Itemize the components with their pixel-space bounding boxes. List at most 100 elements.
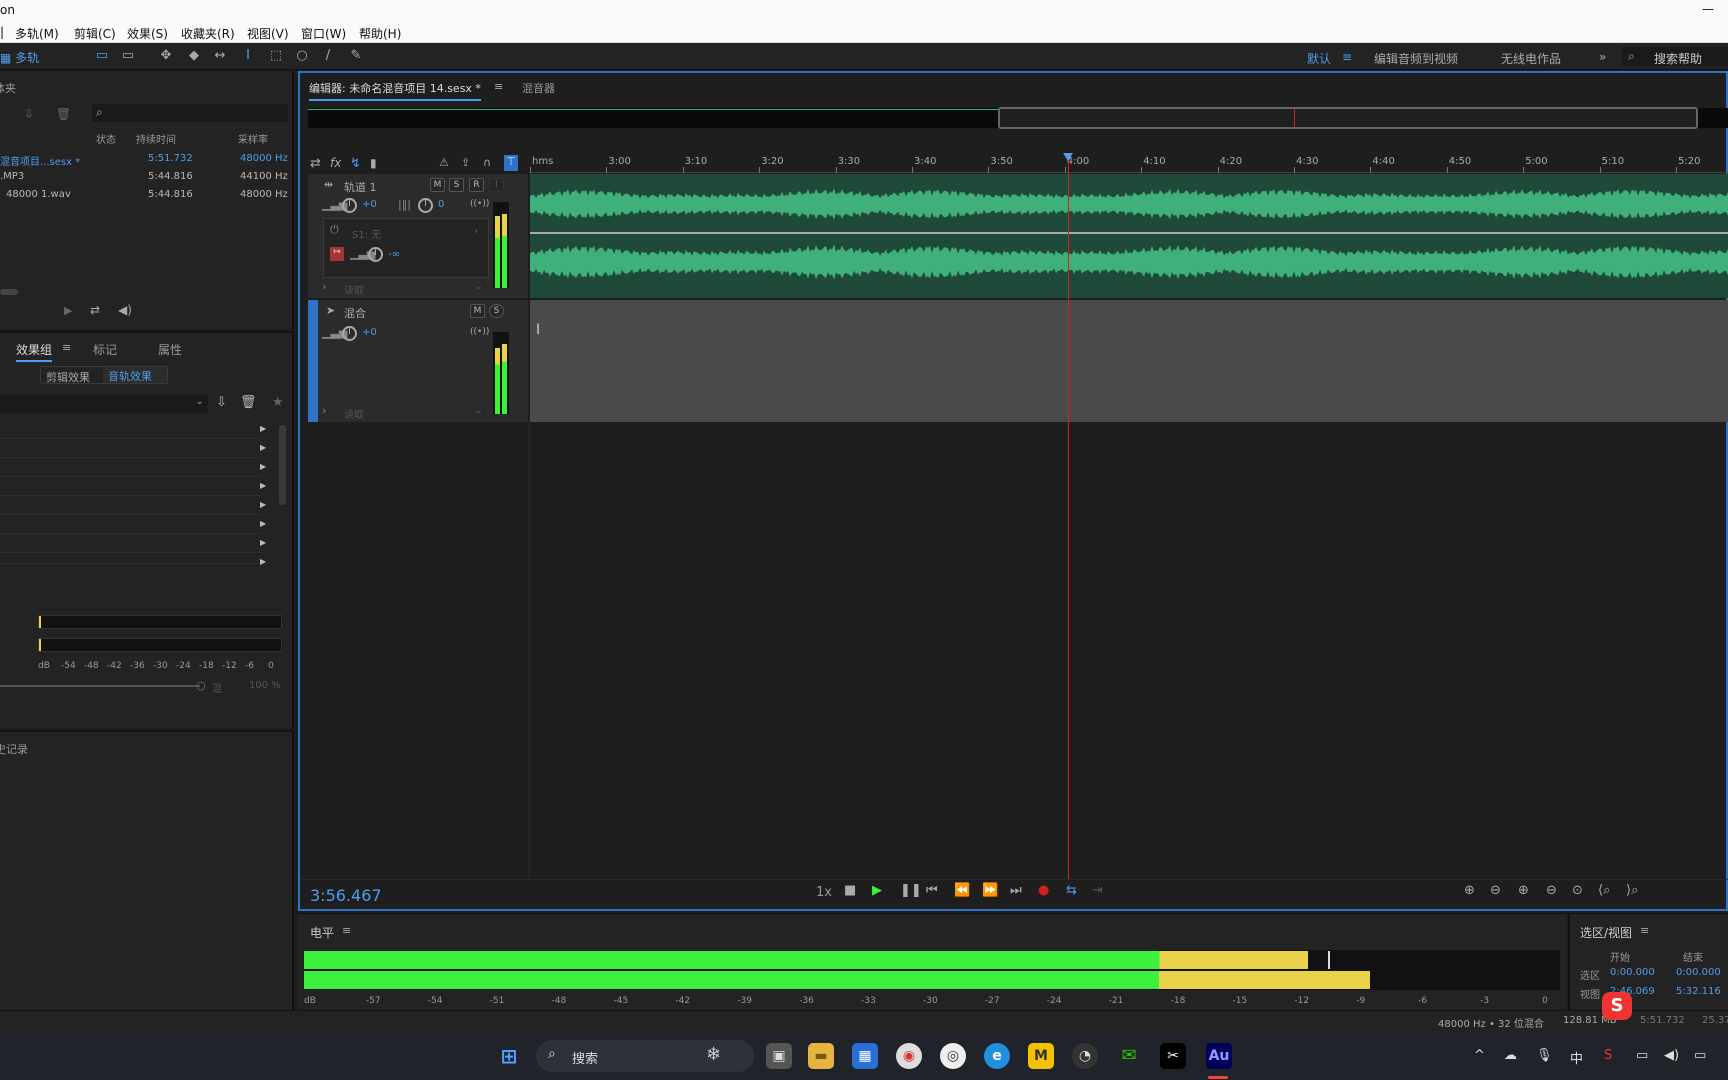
audition-icon[interactable]: Au — [1206, 1043, 1232, 1069]
view-end[interactable]: 5:32.116 — [1676, 986, 1721, 997]
skip-forward-icon[interactable]: ⏭ — [1010, 883, 1022, 898]
playhead[interactable] — [1062, 153, 1073, 879]
solo-button[interactable]: S — [489, 304, 504, 318]
fx-icon[interactable]: fx — [330, 156, 341, 170]
record-arm-button[interactable]: R — [469, 178, 484, 192]
effect-slot[interactable]: ▶ — [0, 459, 266, 477]
stop-icon[interactable]: ■ — [844, 883, 856, 898]
pan-knob[interactable] — [418, 198, 433, 213]
zoom-selection-in-icon[interactable]: ⟨⌕ — [1598, 883, 1610, 898]
chrome-icon[interactable]: ◉ — [896, 1043, 922, 1069]
play-preview-icon[interactable]: ▶ — [64, 304, 72, 317]
taskbar-search[interactable]: ⌕ 搜索 ❄ — [536, 1040, 754, 1072]
network-icon[interactable]: ▭ — [1636, 1048, 1648, 1063]
horizontal-scrollbar[interactable] — [0, 289, 18, 295]
volume-knob[interactable] — [342, 198, 357, 213]
delete-preset-icon[interactable]: 🗑 — [240, 395, 257, 410]
skip-back-icon[interactable]: ⏮ — [926, 883, 938, 898]
loop-preview-icon[interactable]: ⇄ — [90, 303, 100, 317]
overview-view-range[interactable] — [998, 107, 1698, 129]
send-prepost-icon[interactable]: ↦ — [330, 247, 344, 261]
more-workspaces-icon[interactable]: » — [1599, 50, 1606, 64]
mute-button[interactable]: M — [470, 304, 485, 318]
save-icon[interactable]: ⇪ — [461, 156, 470, 169]
pause-icon[interactable]: ❚❚ — [900, 883, 922, 898]
tab-properties[interactable]: 属性 — [158, 341, 182, 358]
app-m-icon[interactable]: M — [1028, 1043, 1054, 1069]
sogou-icon[interactable]: S — [1604, 1048, 1612, 1063]
metronome-icon[interactable]: ⚠ — [439, 156, 449, 169]
volume-value[interactable]: +0 — [362, 327, 377, 338]
playback-speed[interactable]: 1x — [816, 885, 832, 900]
output-icon[interactable]: ((•)) — [470, 327, 489, 337]
tab-editor[interactable]: 编辑器: 未命名混音项目 14.sesx * — [309, 80, 481, 101]
mix-slider[interactable] — [0, 685, 200, 687]
monitor-input-button[interactable]: I — [489, 178, 504, 192]
healing-tool-icon[interactable]: ✎ — [348, 48, 364, 64]
mix-track-lane[interactable] — [530, 300, 1728, 422]
mix-slider-handle[interactable]: ○ — [196, 679, 206, 692]
selection-end[interactable]: 0:00.000 — [1676, 967, 1721, 978]
cloud-icon[interactable]: ☁ — [1504, 1048, 1517, 1063]
move-tool-icon[interactable]: ✥ — [158, 48, 174, 64]
sogou-ime-floating-icon[interactable]: S — [1602, 992, 1632, 1020]
track-drag-handle-icon[interactable]: ⇹ — [324, 178, 333, 191]
vertical-scrollbar[interactable] — [279, 425, 286, 505]
file-row[interactable]: 混音项目...sesx * 5:51.732 48000 Hz — [0, 151, 292, 168]
tab-effects-rack[interactable]: 效果组 — [16, 341, 53, 362]
battery-icon[interactable]: ▭ — [1694, 1048, 1706, 1063]
zoom-out-time-icon[interactable]: ⊖ — [1546, 883, 1557, 898]
help-search-input[interactable]: ⌕ 搜索帮助 — [1622, 47, 1728, 66]
capcut-icon[interactable]: ✂ — [1160, 1043, 1186, 1069]
automation-mode[interactable]: 读取 — [344, 282, 364, 297]
audio-clip[interactable] — [530, 174, 1728, 298]
wechat-icon[interactable]: ✉ — [1116, 1043, 1142, 1069]
tab-clip-effects[interactable]: 剪辑效果 — [46, 369, 90, 385]
clip-volume-line[interactable] — [530, 232, 1728, 234]
time-selection-tool-icon[interactable]: I — [240, 48, 256, 64]
effect-slot[interactable]: ▶ — [0, 440, 266, 458]
send-volume-value[interactable]: -∞ — [388, 249, 400, 260]
record-icon[interactable]: ● — [1038, 883, 1049, 898]
output-icon[interactable]: ((•)) — [470, 199, 489, 209]
track-name[interactable]: 混合 — [344, 305, 366, 321]
zoom-out-amplitude-icon[interactable]: ⊖ — [1490, 883, 1501, 898]
menu-view[interactable]: 视图(V) — [247, 25, 289, 42]
panel-menu-icon[interactable]: ≡ — [342, 924, 351, 937]
track-name[interactable]: 轨道 1 — [344, 179, 377, 195]
windows-start-icon[interactable]: ⊞ — [496, 1043, 522, 1069]
sends-icon[interactable]: ↯ — [350, 156, 361, 171]
volume-value[interactable]: +0 — [362, 199, 377, 210]
automation-mode[interactable]: 读取 — [344, 406, 364, 421]
ime-indicator[interactable]: 中 — [1570, 1048, 1583, 1067]
import-icon[interactable]: ⇩ — [24, 107, 34, 121]
zoom-selection-out-icon[interactable]: ⟩⌕ — [1626, 883, 1638, 898]
menu-clip[interactable]: 剪辑(C) — [74, 25, 116, 42]
store-icon[interactable]: ▦ — [852, 1043, 878, 1069]
solo-button[interactable]: S — [449, 178, 464, 192]
send-target[interactable]: S1: 无 — [352, 226, 381, 241]
autoplay-icon[interactable]: ◀) — [118, 303, 132, 317]
file-row[interactable]: 48000 1.wav 5:44.816 48000 Hz — [0, 187, 292, 204]
loop-icon[interactable]: ⇆ — [1066, 883, 1077, 898]
tab-markers[interactable]: 标记 — [93, 341, 117, 358]
workspace-default[interactable]: 默认 — [1307, 50, 1331, 67]
task-view-icon[interactable]: ▣ — [766, 1043, 792, 1069]
preset-dropdown[interactable]: ⌄ — [0, 395, 208, 413]
file-explorer-icon[interactable]: ▬ — [808, 1043, 834, 1069]
workspace-menu-icon[interactable]: ≡ — [1342, 50, 1352, 64]
rewind-icon[interactable]: ⏪ — [954, 883, 970, 898]
app-record-icon[interactable]: ◔ — [1072, 1043, 1098, 1069]
workspace-edit-video[interactable]: 编辑音频到视频 — [1374, 50, 1458, 67]
zoom-in-time-icon[interactable]: ⊕ — [1518, 883, 1529, 898]
pan-value[interactable]: 0 — [438, 199, 444, 210]
app-icon[interactable]: ◎ — [940, 1043, 966, 1069]
send-power-icon[interactable]: ⏻ — [330, 223, 339, 237]
expand-icon[interactable]: › — [322, 404, 326, 417]
favorite-star-icon[interactable]: ★ — [272, 395, 284, 410]
effect-slot[interactable]: ▶ — [0, 421, 266, 439]
menu-help[interactable]: 帮助(H) — [359, 25, 401, 42]
send-volume-knob[interactable] — [368, 247, 383, 262]
waveform-view-icon[interactable]: ▭ — [94, 48, 110, 64]
menu-favorites[interactable]: 收藏夹(R) — [181, 25, 235, 42]
